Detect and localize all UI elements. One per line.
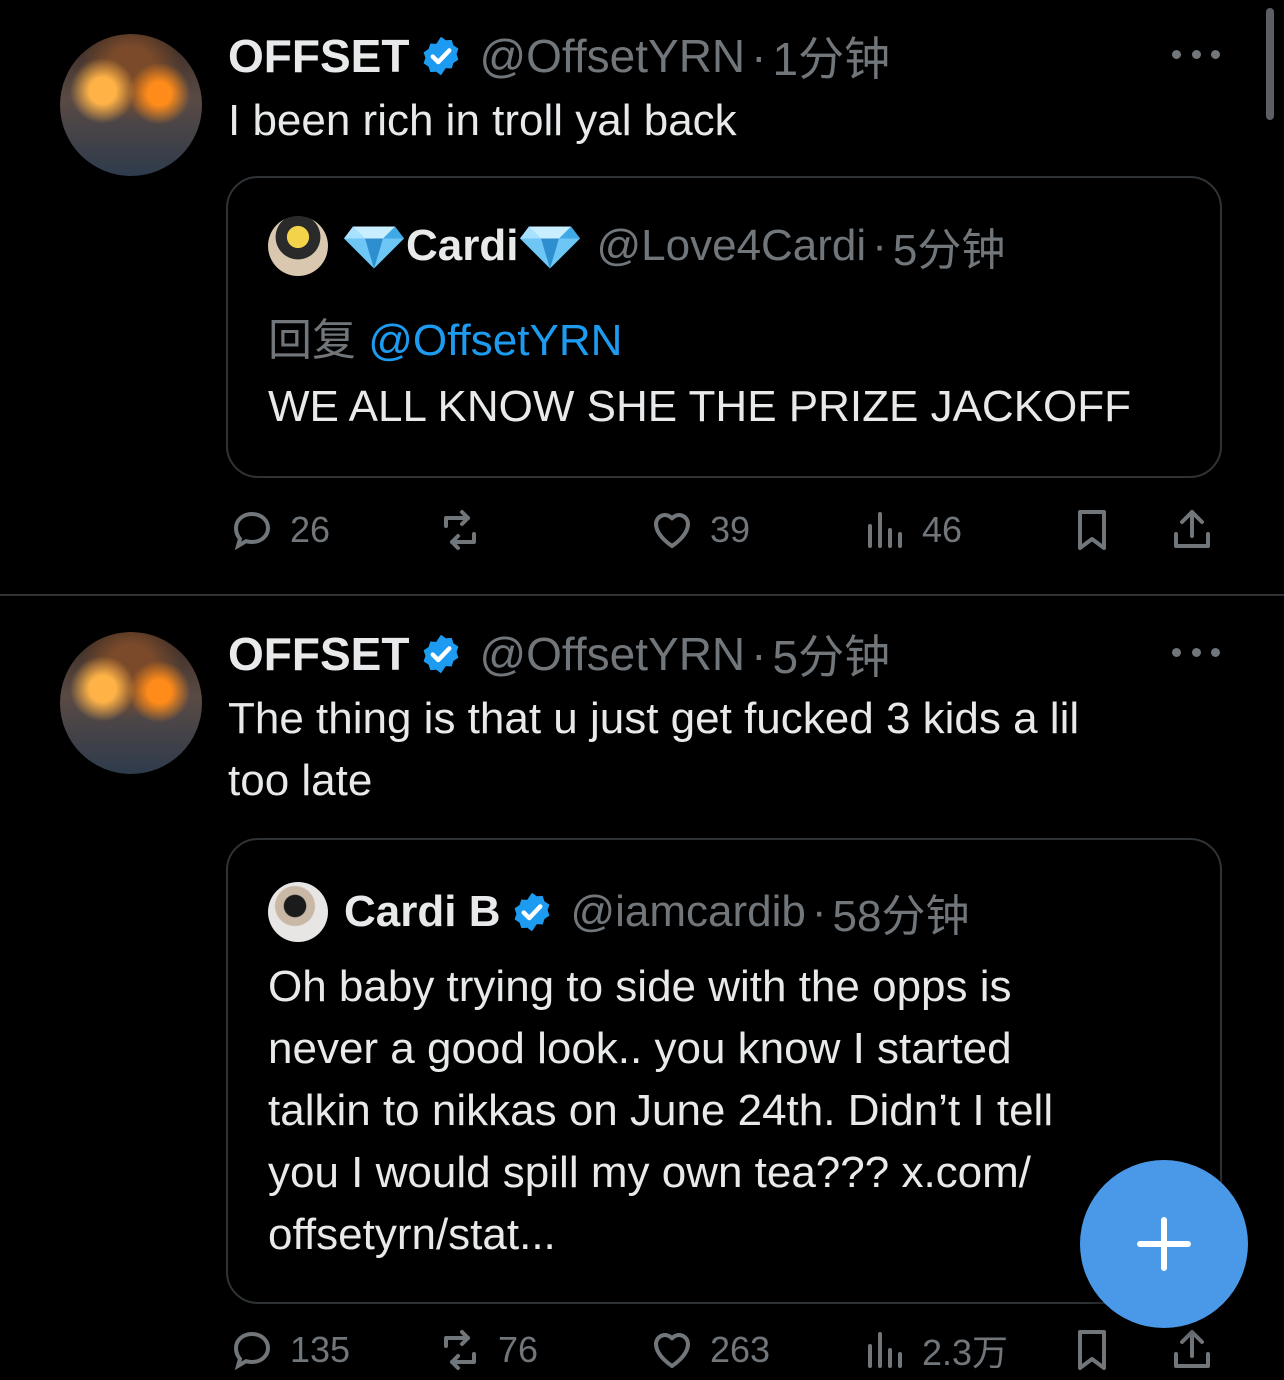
separator: · [811, 887, 827, 936]
like-button[interactable]: 39 [648, 500, 750, 560]
quote-timestamp: 58分钟 [832, 892, 970, 941]
like-button[interactable]: 263 [648, 1320, 770, 1380]
separator: · [872, 221, 887, 270]
quote-author-handle[interactable]: @iamcardib [570, 887, 805, 937]
views-button[interactable]: 2.3万 [860, 1320, 1008, 1380]
more-icon[interactable] [1172, 44, 1220, 64]
repost-button[interactable] [436, 500, 498, 560]
quoted-tweet[interactable]: Cardi B @iamcardib · 58分钟 Oh baby trying… [226, 838, 1222, 1304]
tweet-text: I been rich in troll yal back [228, 96, 737, 145]
timestamp[interactable]: 1分钟 [772, 23, 890, 89]
share-icon [1174, 1330, 1210, 1368]
reply-icon [233, 1331, 271, 1371]
author-name[interactable]: OFFSET [228, 627, 409, 681]
tweet-text-line: too late [228, 756, 373, 805]
repost-button[interactable]: 76 [436, 1320, 538, 1380]
bookmark-icon [1078, 510, 1106, 550]
repost-icon [444, 1330, 476, 1370]
bookmark-button[interactable] [1068, 500, 1130, 560]
author-handle[interactable]: @OffsetYRN [479, 29, 745, 83]
reply-count: 26 [290, 509, 331, 550]
views-count: 2.3万 [922, 1332, 1009, 1373]
repost-count: 76 [498, 1329, 539, 1370]
gem-icon [344, 226, 404, 269]
quote-header: Cardi B @iamcardib · 58分钟 [268, 880, 970, 944]
quote-text-line: offsetyrn/stat... [268, 1210, 556, 1259]
like-icon [654, 1333, 690, 1368]
quoted-tweet[interactable]: Cardi @Love4Cardi · 5分钟 回复 @OffsetYRN WE… [226, 176, 1222, 478]
tweet-header: OFFSET @OffsetYRN · 5分钟 [228, 624, 890, 684]
reply-context: 回复 @OffsetYRN [268, 304, 622, 368]
tweet-text-line: The thing is that u just get fucked 3 ki… [228, 694, 1080, 743]
cardi-b-avatar[interactable] [268, 882, 328, 942]
quote-text-line: you I would spill my own tea??? x.com/ [268, 1148, 1032, 1197]
quote-text: Oh baby trying to side with the opps is … [268, 956, 1053, 1266]
verified-badge-icon [424, 36, 459, 76]
verified-badge-icon [515, 892, 550, 932]
timestamp[interactable]: 5分钟 [772, 621, 890, 687]
author-handle[interactable]: @OffsetYRN [479, 627, 745, 681]
cardi-fan-avatar[interactable] [268, 216, 328, 276]
reply-button[interactable]: 135 [228, 1320, 350, 1380]
repost-icon [444, 510, 476, 550]
views-icon [868, 1332, 902, 1368]
verified-badge-icon [424, 634, 459, 674]
more-icon[interactable] [1172, 642, 1220, 662]
quote-text-line: Oh baby trying to side with the opps is [268, 962, 1012, 1011]
tweet-1[interactable]: OFFSET @OffsetYRN · 1分钟 I been rich in t… [0, 0, 1284, 594]
quote-header: Cardi @Love4Cardi · 5分钟 [268, 214, 1005, 278]
reply-mention-link[interactable]: @OffsetYRN [368, 316, 622, 365]
share-button[interactable] [1168, 500, 1230, 560]
tweet-divider [0, 594, 1284, 596]
action-bar: 135 76 263 2.3万 [228, 1320, 1224, 1380]
separator: · [751, 30, 767, 82]
reply-icon [233, 511, 271, 551]
share-button[interactable] [1168, 1320, 1230, 1380]
bookmark-icon [1078, 1330, 1106, 1370]
quote-timestamp: 5分钟 [892, 226, 1006, 275]
quote-text-line: talkin to nikkas on June 24th. Didn’t I … [268, 1086, 1054, 1135]
quote-text-line: never a good look.. you know I started [268, 1024, 1012, 1073]
tweet-header: OFFSET @OffsetYRN · 1分钟 [228, 26, 890, 86]
bookmark-button[interactable] [1068, 1320, 1130, 1380]
quote-text: WE ALL KNOW SHE THE PRIZE JACKOFF [268, 382, 1132, 431]
reply-prefix: 回复 [268, 316, 356, 365]
like-count: 39 [710, 509, 751, 550]
compose-plus-icon [1137, 1217, 1191, 1271]
like-count: 263 [710, 1329, 771, 1370]
quote-author-name[interactable]: Cardi [406, 221, 518, 271]
action-bar: 26 39 46 [228, 500, 1224, 560]
views-icon [868, 512, 902, 548]
share-icon [1174, 510, 1210, 548]
author-name[interactable]: OFFSET [228, 29, 409, 83]
offset-avatar[interactable] [60, 632, 202, 774]
separator: · [751, 628, 767, 680]
views-button[interactable]: 46 [860, 500, 962, 560]
like-icon [654, 513, 690, 548]
compose-button[interactable] [1080, 1160, 1248, 1328]
tweet-text: The thing is that u just get fucked 3 ki… [228, 688, 1079, 812]
offset-avatar[interactable] [60, 34, 202, 176]
quote-author-handle[interactable]: @Love4Cardi [596, 221, 866, 271]
views-count: 46 [922, 509, 963, 550]
reply-button[interactable]: 26 [228, 500, 330, 560]
gem-icon [520, 226, 581, 269]
reply-count: 135 [290, 1329, 351, 1370]
quote-author-name[interactable]: Cardi B [344, 887, 500, 937]
